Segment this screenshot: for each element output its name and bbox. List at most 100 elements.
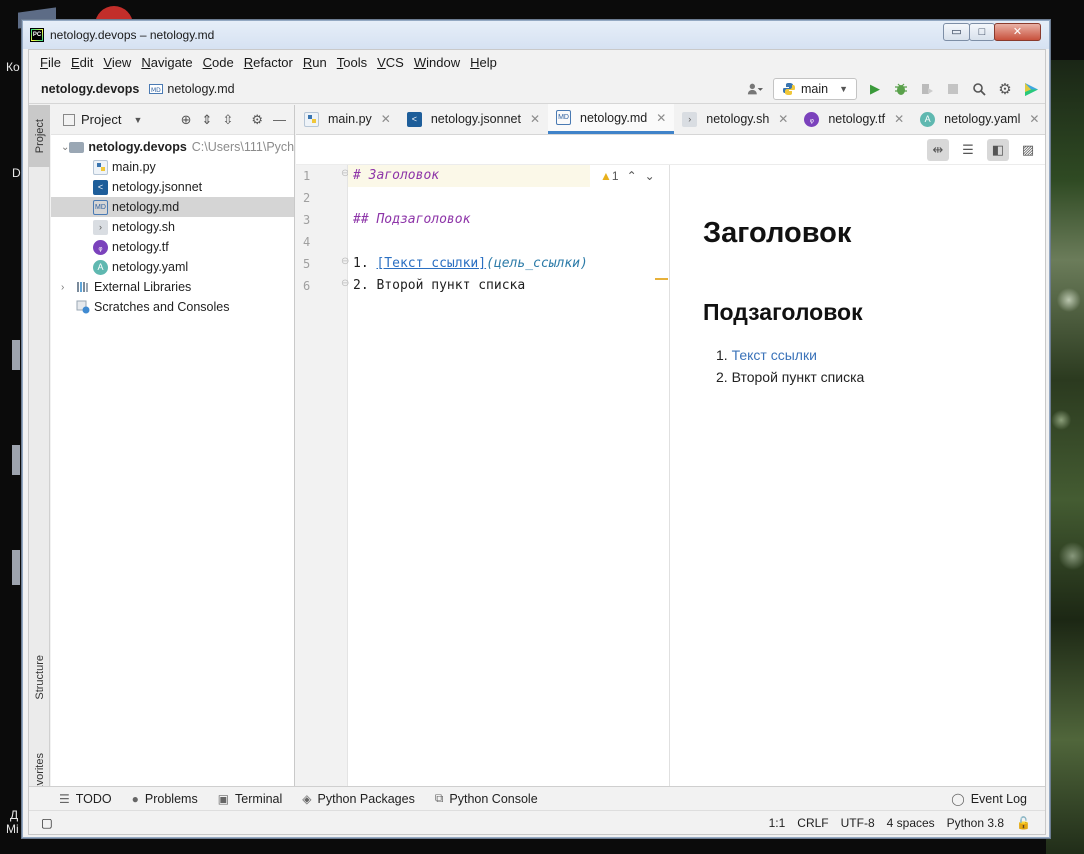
terminal-button[interactable]: ▣ Terminal: [218, 792, 283, 806]
breadcrumb-file[interactable]: MD netology.md: [149, 82, 235, 96]
line-separator[interactable]: CRLF: [797, 816, 828, 830]
previous-highlight-icon[interactable]: ⌃: [627, 169, 637, 183]
warning-icon: ▲: [600, 169, 612, 183]
preview-link[interactable]: Текст ссылки: [732, 347, 817, 363]
toolwindow-structure-tab[interactable]: Structure: [29, 637, 50, 717]
tree-item-markdown[interactable]: MD netology.md: [51, 197, 294, 217]
hide-icon[interactable]: —: [273, 112, 286, 128]
menu-file[interactable]: File: [35, 55, 66, 70]
window-title: netology.devops – netology.md: [50, 28, 215, 42]
tree-item-jsonnet[interactable]: < netology.jsonnet: [51, 177, 294, 197]
scroll-sync-icon[interactable]: ⇹: [927, 138, 949, 161]
tab-terraform[interactable]: ᵩ netology.tf ✕: [796, 104, 912, 134]
fold-marker-icon[interactable]: ⊖: [341, 278, 349, 289]
coverage-icon[interactable]: [919, 81, 935, 97]
desktop-label: D: [12, 166, 21, 180]
stop-icon[interactable]: [945, 81, 961, 97]
menu-navigate[interactable]: Navigate: [136, 55, 197, 70]
close-tab-icon[interactable]: ✕: [1029, 112, 1039, 126]
pycharm-app-icon[interactable]: [30, 28, 44, 42]
menu-tools[interactable]: Tools: [332, 55, 372, 70]
event-log-button[interactable]: ◯ Event Log: [951, 792, 1027, 806]
tree-item-shell[interactable]: › netology.sh: [51, 217, 294, 237]
tree-item-terraform[interactable]: ᵩ netology.tf: [51, 237, 294, 257]
problems-button[interactable]: ● Problems: [132, 792, 198, 806]
todo-button[interactable]: ☰ TODO: [59, 792, 112, 806]
file-encoding[interactable]: UTF-8: [841, 816, 875, 830]
tree-item-project-root[interactable]: ⌄ netology.devops C:\Users\111\Pycha: [51, 137, 294, 157]
indent-setting[interactable]: 4 spaces: [887, 816, 935, 830]
lock-icon[interactable]: 🔓: [1016, 816, 1031, 830]
search-icon[interactable]: [971, 81, 987, 97]
python-packages-label: Python Packages: [317, 791, 415, 806]
python-interpreter[interactable]: Python 3.8: [947, 816, 1004, 830]
tab-main-py[interactable]: main.py ✕: [296, 104, 399, 134]
editor-and-preview-icon[interactable]: ◧: [987, 138, 1009, 161]
desktop-decoration: [12, 445, 20, 475]
settings-gear-icon[interactable]: ⚙: [997, 81, 1013, 98]
tab-shell[interactable]: › netology.sh ✕: [674, 104, 796, 134]
preview-only-icon[interactable]: ▨: [1017, 139, 1039, 161]
caret-position[interactable]: 1:1: [769, 816, 786, 830]
toolwindow-project-tab[interactable]: Project: [29, 105, 50, 167]
python-packages-button[interactable]: ◈ Python Packages: [302, 792, 415, 806]
collapse-all-icon[interactable]: ⇳: [222, 112, 233, 128]
markdown-file-icon: MD: [93, 199, 108, 215]
tab-jsonnet[interactable]: < netology.jsonnet ✕: [399, 104, 548, 134]
tree-item-external-libraries[interactable]: › External Libraries: [51, 277, 294, 297]
project-panel-tools: ⊕ ⇕ ⇳ ⚙ —: [181, 112, 294, 128]
tab-label: netology.sh: [706, 112, 770, 126]
tree-item-main-py[interactable]: main.py: [51, 157, 294, 177]
scratches-icon: [75, 300, 90, 315]
tree-item-yaml[interactable]: A netology.yaml: [51, 257, 294, 277]
title-bar[interactable]: netology.devops – netology.md ▭ □ ✕: [23, 21, 1049, 49]
close-tab-icon[interactable]: ✕: [381, 112, 391, 126]
inspection-widget[interactable]: ▲1 ⌃ ⌄: [600, 169, 655, 183]
menu-vcs[interactable]: VCS: [372, 55, 409, 70]
editor-only-icon[interactable]: ☰: [957, 139, 979, 161]
warning-indicator[interactable]: ▲1: [600, 169, 619, 183]
error-stripe-mark[interactable]: [655, 278, 668, 280]
close-tab-icon[interactable]: ✕: [530, 112, 540, 126]
menu-help[interactable]: Help: [465, 55, 502, 70]
close-tab-icon[interactable]: ✕: [894, 112, 904, 126]
preview-heading-1: Заголовок: [703, 217, 852, 249]
tab-yaml[interactable]: A netology.yaml ✕: [912, 104, 1047, 134]
close-button[interactable]: ✕: [994, 23, 1041, 41]
menu-edit[interactable]: Edit: [66, 55, 98, 70]
maximize-button[interactable]: □: [969, 23, 995, 41]
debug-icon[interactable]: [893, 81, 909, 97]
menu-run[interactable]: Run: [298, 55, 332, 70]
jetbrains-toolbox-icon[interactable]: [1023, 81, 1039, 97]
code-editor[interactable]: 1 2 3 4 5 6 ⊖ ⊖ ⊖ # Заголовок ## Подзаго…: [296, 165, 670, 810]
menu-code[interactable]: Code: [198, 55, 239, 70]
breadcrumb-project[interactable]: netology.devops: [41, 82, 139, 96]
gear-icon[interactable]: ⚙: [251, 112, 263, 128]
close-tab-icon[interactable]: ✕: [778, 112, 788, 126]
line-number: 3: [303, 213, 311, 227]
menu-refactor[interactable]: Refactor: [239, 55, 298, 70]
link-text: [Текст ссылки]: [376, 256, 487, 271]
run-icon[interactable]: ▶: [867, 81, 883, 97]
menu-window[interactable]: Window: [409, 55, 465, 70]
fold-marker-icon[interactable]: ⊖: [341, 256, 349, 267]
user-icon[interactable]: [747, 81, 763, 97]
run-configuration-select[interactable]: main ▼: [772, 78, 857, 100]
tree-item-label: netology.sh: [112, 220, 176, 234]
tab-markdown[interactable]: MD netology.md ✕: [548, 104, 675, 134]
minimize-button[interactable]: ▭: [943, 23, 970, 41]
terminal-icon: ▣: [217, 791, 230, 806]
link-target: (цель_ссылки): [486, 256, 588, 271]
tree-item-label: netology.tf: [112, 240, 169, 254]
toggle-tool-windows-icon[interactable]: ▢: [41, 815, 53, 830]
next-highlight-icon[interactable]: ⌄: [645, 169, 655, 183]
project-view-select[interactable]: Project ▼: [63, 112, 142, 127]
menu-view[interactable]: View: [98, 55, 136, 70]
close-tab-icon[interactable]: ✕: [656, 111, 666, 125]
expand-all-icon[interactable]: ⇕: [202, 112, 213, 128]
tree-item-scratches[interactable]: Scratches and Consoles: [51, 297, 294, 317]
markdown-file-icon: MD: [556, 110, 572, 125]
python-console-icon: ⧉: [434, 791, 444, 805]
python-console-button[interactable]: ⧉ Python Console: [435, 791, 538, 806]
locate-file-icon[interactable]: ⊕: [181, 112, 192, 128]
